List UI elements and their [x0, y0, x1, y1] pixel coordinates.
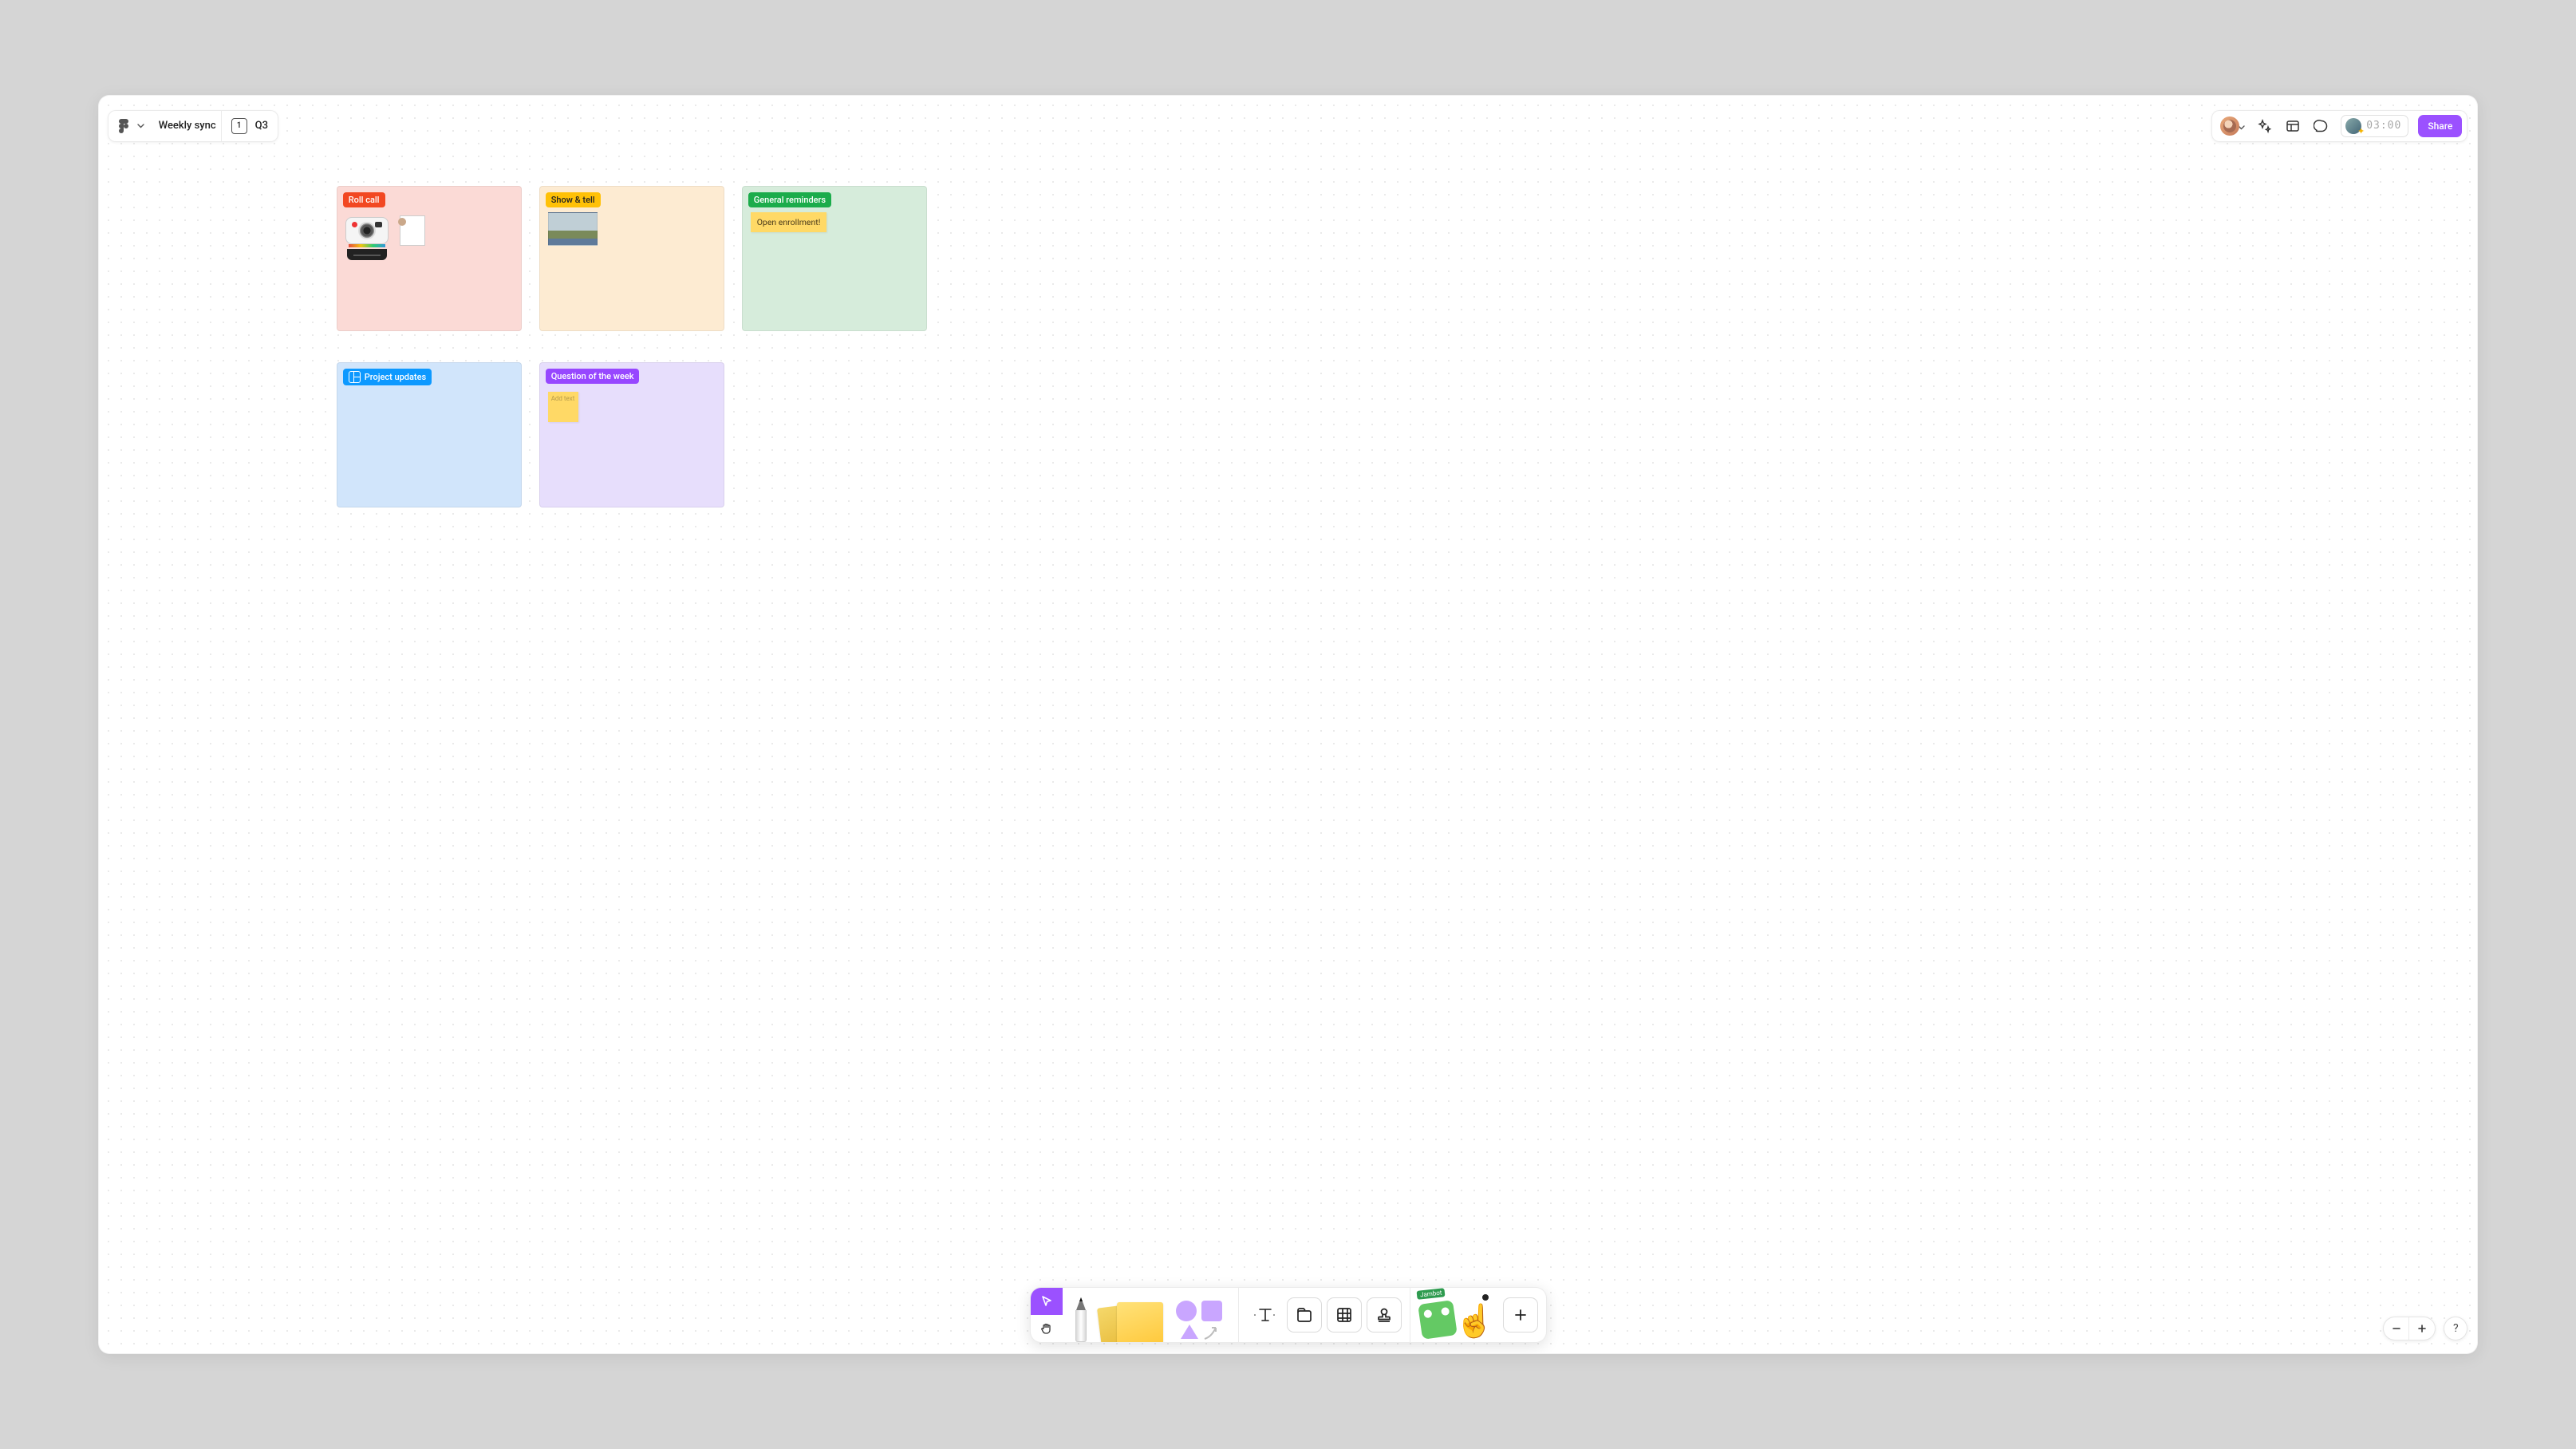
- section-label[interactable]: Question of the week: [546, 369, 640, 384]
- section-label-text: Roll call: [349, 195, 380, 205]
- section-tool[interactable]: [1287, 1297, 1322, 1333]
- landscape-photo[interactable]: [548, 212, 598, 246]
- sticky-note-placeholder: Add text: [551, 395, 575, 402]
- section-label[interactable]: Roll call: [343, 192, 385, 207]
- user-photo-thumbnail[interactable]: [400, 215, 425, 246]
- polaroid-camera-image[interactable]: [345, 212, 389, 260]
- widgets-tool[interactable]: Jambot ☝️: [1418, 1293, 1498, 1337]
- canvas[interactable]: Roll call Show & tell General reminders: [99, 96, 2478, 1353]
- sticky-note-text: Open enrollment!: [757, 217, 821, 227]
- section-roll-call[interactable]: Roll call: [337, 186, 522, 331]
- section-show-and-tell[interactable]: Show & tell: [539, 186, 724, 331]
- select-tool[interactable]: [1031, 1288, 1063, 1315]
- help-button[interactable]: ?: [2444, 1317, 2468, 1340]
- jambot-label: Jambot: [1416, 1288, 1445, 1300]
- section-label-text: Show & tell: [551, 195, 595, 205]
- insert-tools: [1239, 1288, 1410, 1342]
- sticky-note-empty[interactable]: Add text: [548, 392, 578, 422]
- pointing-hand-icon: ☝️: [1455, 1305, 1495, 1337]
- widgets-group: Jambot ☝️: [1410, 1288, 1546, 1342]
- zoom-out-button[interactable]: [2384, 1317, 2409, 1340]
- more-tools-button[interactable]: [1503, 1297, 1538, 1333]
- section-question-of-the-week[interactable]: Question of the week Add text: [539, 362, 724, 507]
- table-tool[interactable]: [1327, 1297, 1362, 1333]
- section-general-reminders[interactable]: General reminders Open enrollment!: [742, 186, 927, 331]
- section-label-text: Question of the week: [551, 371, 634, 381]
- creation-tools: [1063, 1296, 1238, 1342]
- hand-tool[interactable]: [1031, 1315, 1063, 1342]
- section-label-text: General reminders: [754, 195, 826, 205]
- section-project-updates[interactable]: Project updates: [337, 362, 522, 507]
- help-icon: ?: [2453, 1322, 2459, 1335]
- shapes-tool[interactable]: [1176, 1297, 1230, 1342]
- stamp-tool[interactable]: [1367, 1297, 1402, 1333]
- pencil-tool[interactable]: [1071, 1297, 1091, 1342]
- zoom-controls: [2383, 1317, 2436, 1340]
- sticky-note-tool[interactable]: [1098, 1297, 1170, 1342]
- text-tool[interactable]: [1247, 1297, 1282, 1333]
- section-label[interactable]: Show & tell: [546, 192, 601, 207]
- layout-icon: [349, 371, 361, 383]
- section-label-text: Project updates: [365, 372, 426, 382]
- section-label[interactable]: General reminders: [748, 192, 831, 207]
- app-window: Weekly sync 1 Q3: [98, 95, 2479, 1354]
- zoom-in-button[interactable]: [2409, 1317, 2435, 1340]
- sticky-note[interactable]: Open enrollment!: [751, 212, 827, 232]
- bottom-right-controls: ?: [2383, 1317, 2468, 1340]
- bottom-toolbar: Jambot ☝️: [1030, 1287, 1547, 1343]
- section-label[interactable]: Project updates: [343, 369, 432, 385]
- tool-modes: [1031, 1288, 1063, 1342]
